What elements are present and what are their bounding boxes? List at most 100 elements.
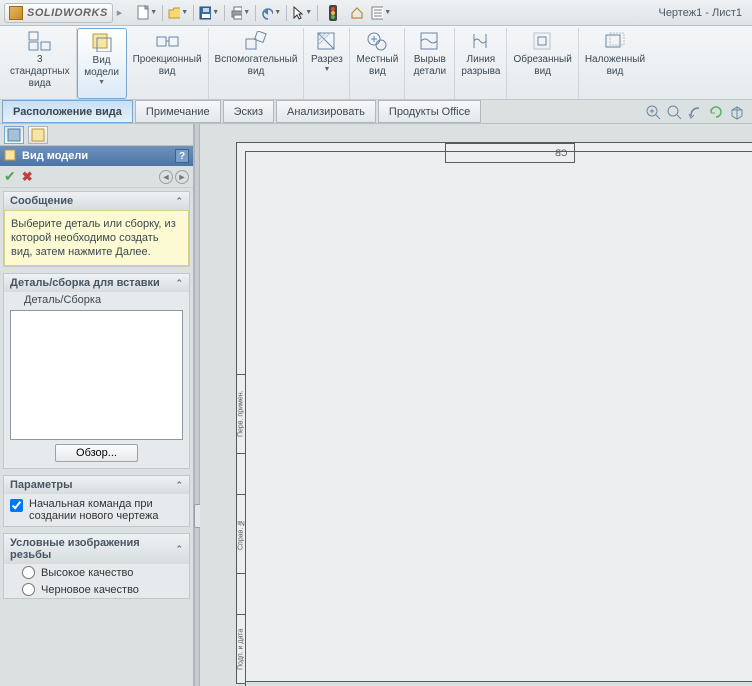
cursor-icon	[292, 6, 304, 20]
message-section: Сообщение ⌃ Выберите деталь или сборку, и…	[3, 191, 190, 267]
tab-sketch[interactable]: Эскиз	[223, 100, 274, 123]
ribbon-label: Проекционный вид	[133, 54, 202, 78]
print-icon	[230, 6, 242, 20]
save-icon	[199, 6, 211, 20]
section-icon	[316, 31, 338, 51]
part-sub-label: Деталь/Сборка	[4, 292, 189, 306]
ribbon-model-view[interactable]: Вид модели ▼	[77, 28, 127, 99]
ribbon-section[interactable]: Разрез ▼	[304, 28, 350, 99]
ribbon-breakout[interactable]: Вырыв детали	[405, 28, 455, 99]
crop-view-icon	[532, 31, 554, 51]
ok-button[interactable]: ✔	[4, 168, 16, 185]
house-icon	[350, 6, 364, 20]
ribbon-label: Разрез	[311, 54, 343, 66]
tab-label: Расположение вида	[13, 106, 122, 118]
drawing-canvas[interactable]: СВ Перв. примен. Справ. № Подп. и дата	[200, 124, 752, 686]
radio-label: Черновое качество	[41, 584, 139, 596]
params-section: Параметры ⌃ Начальная команда при создани…	[3, 475, 190, 527]
checkbox-input[interactable]	[10, 499, 23, 512]
side-text: Справ. №	[237, 495, 245, 573]
section-title: Параметры	[10, 479, 72, 491]
ribbon-alternate[interactable]: Наложенный вид	[579, 28, 651, 99]
checkbox-label: Начальная команда при создании нового че…	[29, 498, 183, 522]
new-file-button[interactable]: ▼	[136, 3, 158, 23]
cancel-button[interactable]: ✖	[22, 169, 33, 185]
browse-button[interactable]: Обзор...	[55, 444, 138, 462]
ribbon-label: Вспомогательный вид	[215, 54, 298, 78]
rebuild-button[interactable]	[346, 3, 368, 23]
next-page-button[interactable]: ►	[175, 170, 189, 184]
tab-evaluate[interactable]: Анализировать	[276, 100, 376, 123]
tab-label: Примечание	[146, 106, 210, 118]
tab-label: Эскиз	[234, 106, 263, 118]
part-section: Деталь/сборка для вставки ⌃ Деталь/Сборка…	[3, 273, 190, 469]
ribbon-label: Наложенный вид	[585, 54, 645, 78]
chevron-right-icon[interactable]: ▶	[117, 9, 122, 17]
ribbon-label: Вид модели	[84, 55, 119, 79]
radio-label: Высокое качество	[41, 567, 133, 579]
feature-tree-icon	[7, 128, 21, 142]
aux-view-icon	[244, 31, 268, 51]
breakout-icon	[419, 31, 441, 51]
save-button[interactable]: ▼	[198, 3, 220, 23]
model-view-icon	[91, 32, 113, 52]
side-text: Перв. примен.	[237, 375, 245, 453]
sheet-frame	[245, 151, 752, 686]
tab-view-layout[interactable]: Расположение вида	[2, 100, 133, 123]
pm-title: Вид модели	[22, 150, 88, 162]
tab-label: Продукты Office	[389, 106, 470, 118]
section-title: Условные изображения резьбы	[10, 537, 175, 561]
cube-icon	[9, 6, 23, 20]
three-view-icon	[28, 31, 52, 51]
projected-view-icon	[155, 31, 179, 51]
high-quality-radio[interactable]: Высокое качество	[4, 564, 189, 581]
refresh-button[interactable]	[707, 103, 725, 121]
panel-tab-feature[interactable]	[4, 126, 24, 144]
draft-quality-radio[interactable]: Черновое качество	[4, 581, 189, 598]
zoom-fit-button[interactable]	[644, 103, 662, 121]
section-title: Сообщение	[10, 195, 73, 207]
side-frame-1: Перв. примен.	[236, 374, 246, 454]
radio-input[interactable]	[22, 566, 35, 579]
tab-annotation[interactable]: Примечание	[135, 100, 221, 123]
tab-office[interactable]: Продукты Office	[378, 100, 481, 123]
ribbon-auxiliary[interactable]: Вспомогательный вид	[209, 28, 305, 99]
view-tools	[644, 100, 752, 123]
ribbon-label: Местный вид	[356, 54, 398, 78]
app-logo: SOLIDWORKS	[4, 3, 113, 23]
chevron-down-icon: ▼	[98, 80, 105, 86]
prev-page-button[interactable]: ◄	[159, 170, 173, 184]
alt-position-icon	[604, 31, 626, 51]
collapse-icon[interactable]: ⌃	[175, 480, 183, 491]
zoom-area-button[interactable]	[665, 103, 683, 121]
panel-tab-property[interactable]	[28, 126, 48, 144]
ribbon-projected[interactable]: Проекционный вид	[127, 28, 209, 99]
section-title: Деталь/сборка для вставки	[10, 277, 160, 289]
ribbon-detail[interactable]: Местный вид	[350, 28, 405, 99]
undo-button[interactable]: ▼	[260, 3, 282, 23]
prev-view-button[interactable]	[686, 103, 704, 121]
side-text: Подп. и дата	[237, 615, 245, 683]
folder-open-icon	[168, 6, 180, 20]
collapse-icon[interactable]: ⌃	[175, 196, 183, 207]
collapse-icon[interactable]: ⌃	[175, 278, 183, 289]
start-command-checkbox[interactable]: Начальная команда при создании нового че…	[4, 494, 189, 526]
help-button[interactable]: ?	[175, 149, 189, 163]
title-block: СВ	[445, 143, 575, 163]
cube-display-icon	[729, 104, 745, 120]
display-style-button[interactable]	[728, 103, 746, 121]
traffic-button[interactable]	[322, 3, 344, 23]
open-file-button[interactable]: ▼	[167, 3, 189, 23]
ribbon-label: 3 стандартных вида	[10, 54, 70, 90]
message-text: Выберите деталь или сборку, из которой н…	[4, 210, 189, 266]
print-button[interactable]: ▼	[229, 3, 251, 23]
options-button[interactable]: ▼	[370, 3, 392, 23]
ribbon-breakline[interactable]: Линия разрыва	[455, 28, 507, 99]
collapse-icon[interactable]: ⌃	[175, 544, 183, 555]
radio-input[interactable]	[22, 583, 35, 596]
ribbon-crop[interactable]: Обрезанный вид	[507, 28, 578, 99]
part-listbox[interactable]	[10, 310, 183, 440]
list-icon	[371, 6, 383, 20]
select-button[interactable]: ▼	[291, 3, 313, 23]
ribbon-std-views[interactable]: 3 стандартных вида	[4, 28, 77, 99]
